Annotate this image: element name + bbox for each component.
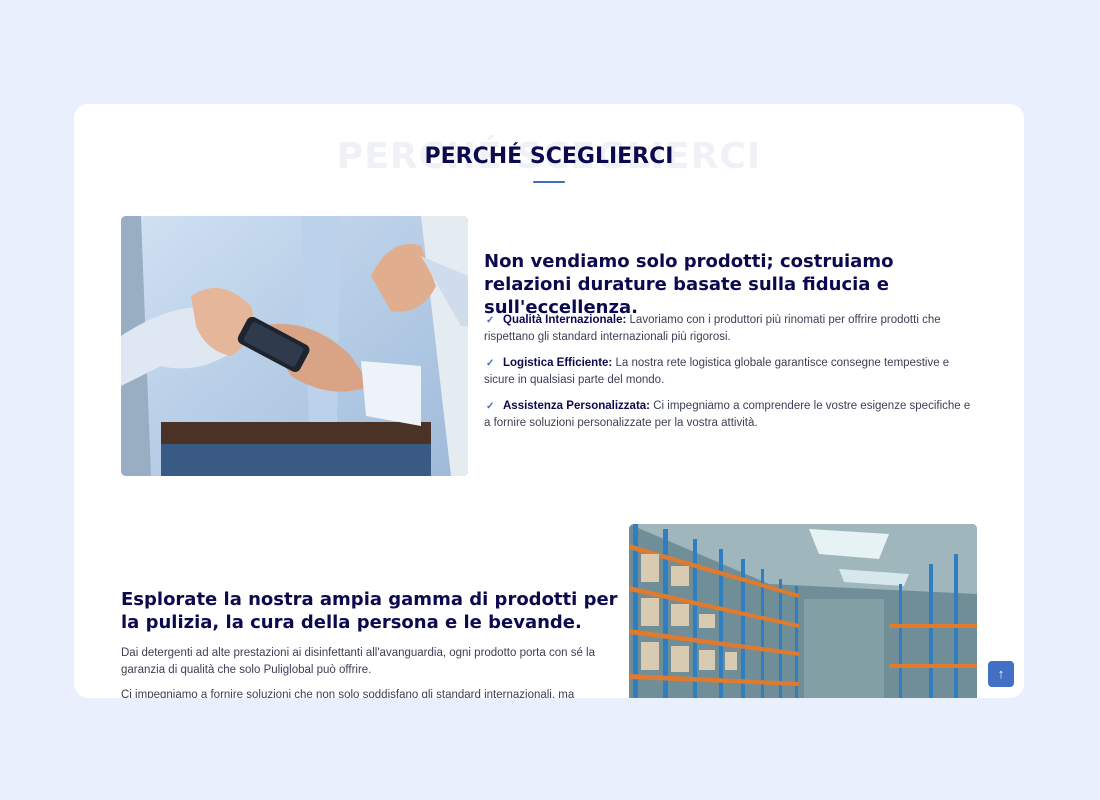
feature-item: ✓ Assistenza Personalizzata: Ci impegniam… [484,398,979,432]
feature-item: ✓ Logistica Efficiente: La nostra rete lo… [484,355,979,389]
section-title: PERCHÉ SCEGLIERCI [424,144,674,169]
feature-list: ✓ Qualità Internazionale: Lavoriamo con i… [484,312,979,441]
why-choose-us-card: PERCHÉ SCEGLIERCI PERCHÉ SCEGLIERCI Non … [74,104,1024,698]
businessman-phone-photo [121,216,468,476]
title-underline [533,181,565,183]
block2-heading: Esplorate la nostra ampia gamma di prodo… [121,589,618,633]
feature-label: Logistica Efficiente: [503,357,613,369]
arrow-up-icon: ↑ [997,666,1005,681]
block2-paragraph: Ci impegniamo a fornire soluzioni che no… [121,689,575,698]
feature-label: Qualità Internazionale: [503,314,627,326]
warehouse-photo [629,524,977,698]
block2-paragraph: Dai detergenti ad alte prestazioni ai di… [121,647,595,676]
check-icon: ✓ [486,315,495,326]
feature-label: Assistenza Personalizzata: [503,400,651,412]
check-icon: ✓ [486,401,495,412]
check-icon: ✓ [486,358,495,369]
block1-heading: Non vendiamo solo prodotti; costruiamo r… [484,251,894,318]
section-title-wrap: PERCHÉ SCEGLIERCI PERCHÉ SCEGLIERCI [74,134,1024,184]
feature-item: ✓ Qualità Internazionale: Lavoriamo con i… [484,312,979,346]
scroll-to-top-button[interactable]: ↑ [988,661,1014,687]
